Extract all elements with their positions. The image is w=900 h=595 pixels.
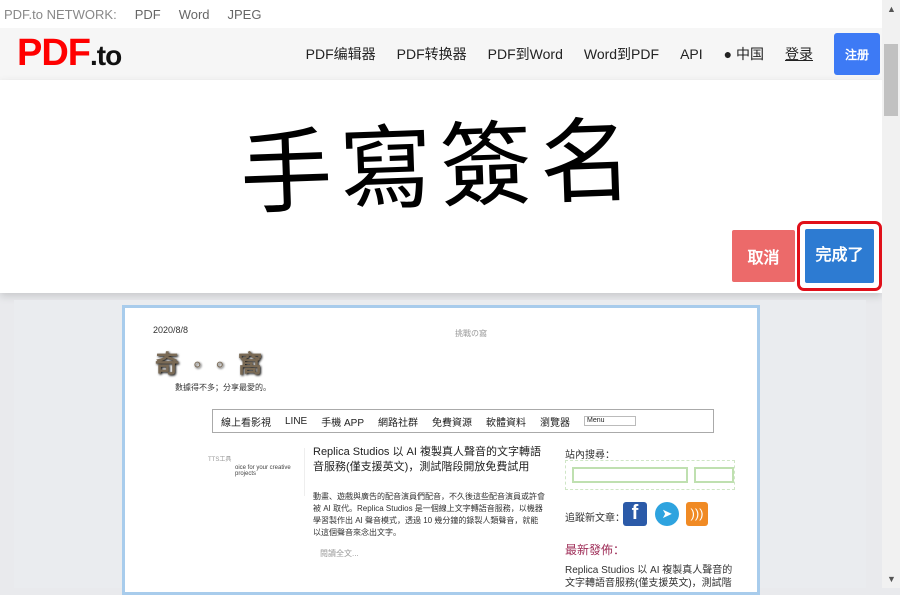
menu-item[interactable]: 手機 APP (321, 414, 364, 429)
done-button-highlight: 完成了 (797, 221, 882, 291)
facebook-icon[interactable]: f (623, 502, 647, 526)
network-label: PDF.to NETWORK: (4, 6, 117, 22)
register-button[interactable]: 注册 (834, 33, 880, 75)
scrollbar-thumb[interactable] (884, 44, 898, 116)
article-body: 動畫、遊戲與廣告的配音演員們配音，不久後這些配音演員或許會被 AI 取代。Rep… (313, 492, 545, 537)
network-bar: PDF.to NETWORK: PDF Word JPEG (0, 0, 882, 28)
nav-pdf-converter[interactable]: PDF转换器 (397, 44, 467, 64)
nav-api[interactable]: API (680, 46, 703, 62)
tagline: 數據得不多；分享最愛的。 (175, 383, 271, 392)
signature-panel: 手寫簽名 取消 完成了 (0, 80, 882, 293)
network-link-pdf[interactable]: PDF (135, 7, 161, 22)
search-box (565, 460, 735, 490)
site-menu: 線上看影視 LINE 手機 APP 網路社群 免費資源 軟體資料 瀏覽器 Men… (212, 409, 714, 433)
network-link-jpeg[interactable]: JPEG (228, 7, 262, 22)
search-label: 站內搜尋： (565, 450, 615, 461)
site-name: 挑戰の窩 (455, 329, 487, 338)
login-link[interactable]: 登录 (785, 44, 813, 64)
search-button[interactable] (694, 467, 734, 483)
rss-icon[interactable]: ))) (686, 502, 708, 526)
done-button[interactable]: 完成了 (805, 229, 874, 283)
network-link-word[interactable]: Word (179, 7, 210, 22)
region-selector[interactable]: ● 中国 (724, 44, 764, 64)
search-input[interactable] (572, 467, 688, 483)
globe-icon: ● (723, 46, 733, 62)
scroll-down-icon[interactable]: ▼ (887, 574, 896, 584)
scrollbar[interactable]: ▲ ▼ (882, 0, 900, 588)
latest-post-link[interactable]: Replica Studios 以 AI 複製真人聲音的文字轉語音服務(僅支援英… (565, 564, 735, 590)
follow-label: 追蹤新文章： (565, 513, 625, 524)
menu-item[interactable]: 軟體資料 (486, 414, 526, 429)
article-title[interactable]: Replica Studios 以 AI 複製真人聲音的文字轉語音服務(僅支援英… (313, 445, 545, 475)
cancel-button[interactable]: 取消 (732, 230, 795, 282)
menu-item[interactable]: LINE (285, 416, 307, 427)
article-thumbnail[interactable]: TTS工具 oice for your creative projects (200, 448, 305, 496)
nav-word-to-pdf[interactable]: Word到PDF (584, 44, 659, 64)
post-date: 2020/8/8 (153, 325, 189, 335)
menu-select[interactable]: Menu (584, 416, 637, 426)
menu-item[interactable]: 免費資源 (432, 414, 472, 429)
menu-item[interactable]: 線上看影視 (221, 414, 271, 429)
nav-pdf-editor[interactable]: PDF编辑器 (306, 44, 376, 64)
site-logo: 奇◦◦窩 (155, 351, 277, 378)
logo[interactable]: PDF.to (17, 32, 122, 75)
latest-label: 最新發佈： (565, 543, 626, 557)
document-page: 2020/8/8 挑戰の窩 奇◦◦窩 數據得不多；分享最愛的。 線上看影視 LI… (122, 305, 760, 595)
menu-item[interactable]: 網路社群 (378, 414, 418, 429)
header: PDF.to PDF编辑器 PDF转换器 PDF到Word Word到PDF A… (0, 28, 882, 80)
menu-item[interactable]: 瀏覽器 (540, 414, 570, 429)
scroll-up-icon[interactable]: ▲ (887, 4, 896, 14)
read-more-link[interactable]: 閱讀全文... (320, 548, 359, 559)
handwritten-signature[interactable]: 手寫簽名 (238, 101, 652, 235)
nav-pdf-to-word[interactable]: PDF到Word (488, 44, 563, 64)
telegram-icon[interactable]: ➤ (655, 502, 679, 526)
main-nav: PDF编辑器 PDF转换器 PDF到Word Word到PDF API ● 中国… (306, 28, 882, 80)
